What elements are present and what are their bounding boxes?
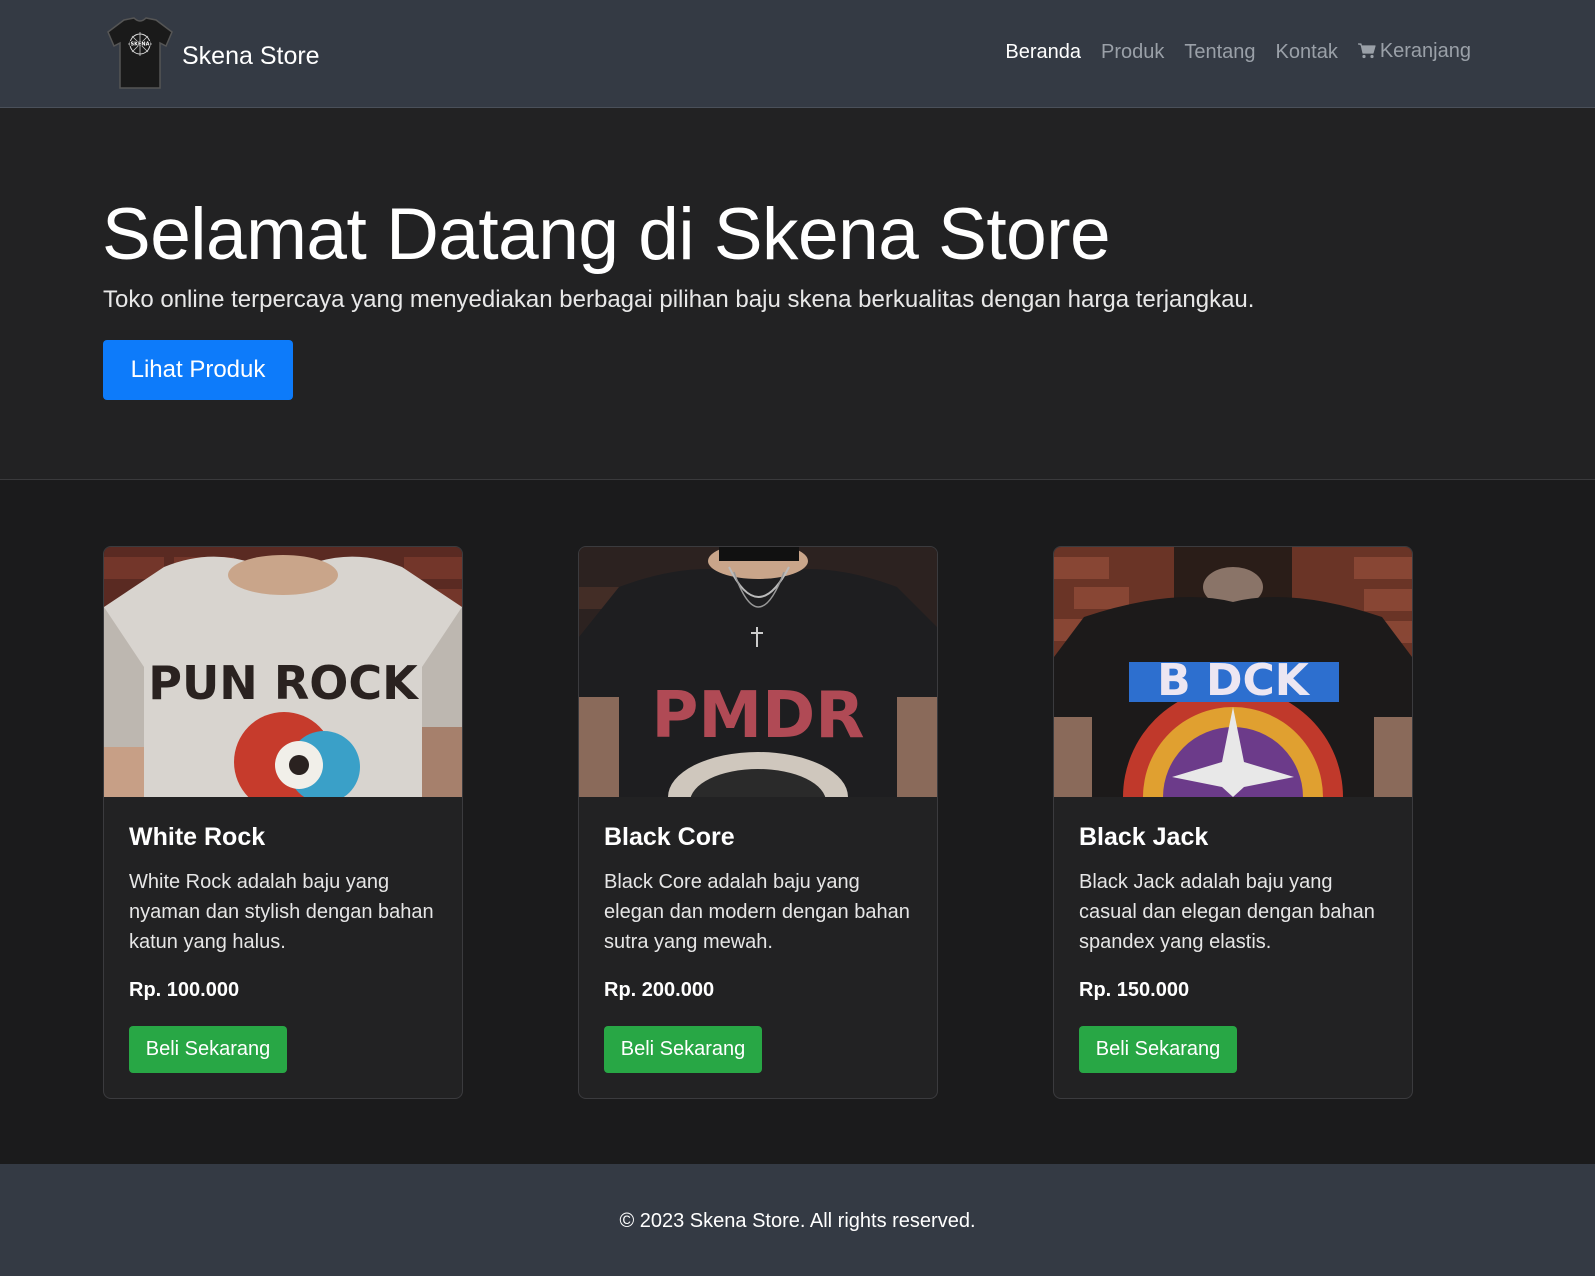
product-image: B DCK <box>1054 547 1412 797</box>
nav-item-kontak[interactable]: Kontak <box>1276 41 1338 64</box>
product-price: Rp. 150.000 <box>1079 979 1190 1001</box>
tshirt-logo-icon: SKENA <box>106 16 174 97</box>
footer-copyright: © 2023 Skena Store. All rights reserved. <box>619 1210 976 1232</box>
product-image: PUN ROCK <box>104 547 462 797</box>
product-title: Black Jack <box>1079 823 1209 851</box>
nav-item-keranjang[interactable]: Keranjang <box>1357 40 1471 65</box>
navbar: SKENA Skena Store Beranda Produk Tentang… <box>0 0 1595 108</box>
product-description: White Rock adalah baju yang nyaman dan s… <box>129 871 434 953</box>
product-price: Rp. 100.000 <box>129 979 240 1001</box>
buy-now-button[interactable]: Beli Sekarang <box>1079 1026 1237 1073</box>
svg-text:SKENA: SKENA <box>131 42 150 48</box>
nav-item-beranda[interactable]: Beranda <box>1005 41 1081 64</box>
buy-now-button[interactable]: Beli Sekarang <box>604 1026 762 1073</box>
product-price: Rp. 200.000 <box>604 979 715 1001</box>
nav-item-produk[interactable]: Produk <box>1101 41 1164 64</box>
nav-item-keranjang-label: Keranjang <box>1379 40 1471 62</box>
product-title: White Rock <box>129 823 266 851</box>
view-products-button[interactable]: Lihat Produk <box>103 340 293 400</box>
shirt-print-text: PMDR <box>652 679 865 753</box>
product-card-white-rock: PUN ROCK White Rock White Rock adalah ba… <box>103 546 463 1099</box>
shirt-print-text: B DCK <box>1157 655 1311 706</box>
shirt-print-text: PUN ROCK <box>148 656 420 710</box>
brand[interactable]: SKENA Skena Store <box>106 16 320 97</box>
buy-now-button[interactable]: Beli Sekarang <box>129 1026 287 1073</box>
hero-title: Selamat Datang di Skena Store <box>102 194 1111 275</box>
nav-item-tentang[interactable]: Tentang <box>1184 41 1255 64</box>
hero-lead: Toko online terpercaya yang menyediakan … <box>103 286 1255 313</box>
product-description: Black Jack adalah baju yang casual dan e… <box>1079 871 1375 953</box>
cart-icon <box>1357 42 1376 65</box>
product-card-black-core: PMDR Black Core Black Core adalah baju y… <box>578 546 938 1099</box>
hero-section: Selamat Datang di Skena Store Toko onlin… <box>0 108 1595 480</box>
footer: © 2023 Skena Store. All rights reserved. <box>0 1164 1595 1276</box>
product-description: Black Core adalah baju yang elegan dan m… <box>604 871 910 953</box>
product-title: Black Core <box>604 823 735 851</box>
nav-menu: Beranda Produk Tentang Kontak Keranjang <box>1005 40 1471 65</box>
brand-name: Skena Store <box>182 42 320 70</box>
product-image: PMDR <box>579 547 937 797</box>
product-card-black-jack: B DCK Black Jack Black Jack adalah baju … <box>1053 546 1413 1099</box>
